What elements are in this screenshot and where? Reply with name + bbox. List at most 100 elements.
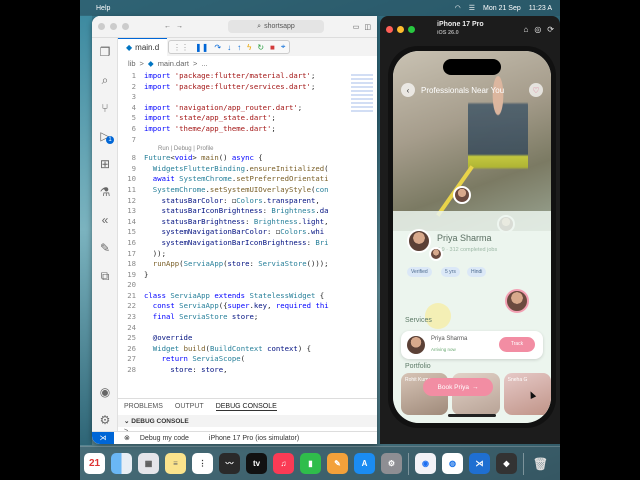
service-card[interactable]: Priya Sharma Arriving now Track: [401, 331, 543, 359]
run-debug-icon[interactable]: ▷ 1: [92, 122, 118, 150]
code-line[interactable]: 22 const ServiaApp({super.key, required …: [118, 301, 377, 312]
status-device[interactable]: iPhone 17 Pro (ios simulator): [209, 435, 299, 442]
explorer-icon[interactable]: ❐: [92, 38, 118, 66]
favorite-heart-icon[interactable]: ♡: [529, 83, 543, 97]
dock-calendar[interactable]: 21: [84, 453, 105, 474]
code-line[interactable]: 13 statusBarIconBrightness: Brightness.d…: [118, 206, 377, 217]
menubar-date[interactable]: Mon 21 Sep: [483, 5, 521, 12]
dock-simulator-icon[interactable]: ◆: [496, 453, 517, 474]
source-control-icon[interactable]: ⑂: [92, 94, 118, 122]
code-editor[interactable]: 1 import 'package:flutter/material.dart';…: [118, 70, 377, 376]
menu-help[interactable]: Help: [96, 5, 110, 12]
search-activity-icon[interactable]: ⌕: [92, 66, 118, 94]
code-line[interactable]: 24: [118, 323, 377, 334]
puzzle-icon[interactable]: ⧉: [92, 262, 118, 290]
code-line[interactable]: 10 await SystemChrome.setPreferredOrient…: [118, 174, 377, 185]
code-line[interactable]: 7: [118, 135, 377, 146]
chip-experience[interactable]: 5 yrs: [441, 267, 460, 277]
window-minimize-button[interactable]: [397, 25, 404, 33]
pause-icon[interactable]: ❚❚: [195, 43, 208, 52]
tab-problems[interactable]: PROBLEMS: [124, 403, 163, 411]
breadcrumb-lib[interactable]: lib: [128, 59, 136, 68]
code-line[interactable]: 27 return ServiaScope(: [118, 354, 377, 365]
forward-arrow-icon[interactable]: →: [176, 23, 183, 30]
code-line[interactable]: 9 WidgetsFlutterBinding.ensureInitialize…: [118, 164, 377, 175]
pen-icon[interactable]: ✎: [92, 234, 118, 262]
home-indicator[interactable]: [448, 414, 496, 417]
breadcrumb-file[interactable]: main.dart: [158, 59, 189, 68]
track-button[interactable]: Track: [499, 337, 535, 352]
command-search-input[interactable]: ⌕ shortsapp: [228, 20, 324, 33]
dock-vscode-icon[interactable]: ⋊: [469, 453, 490, 474]
dock-appletv-icon[interactable]: tv: [246, 453, 267, 474]
wifi-icon[interactable]: ◠: [455, 4, 461, 12]
code-line[interactable]: 26 Widget build(BuildContext context) {: [118, 344, 377, 355]
restart-icon[interactable]: ↻: [257, 43, 264, 52]
dock-chrome-icon[interactable]: ◍: [442, 453, 463, 474]
code-line[interactable]: 25 @override: [118, 333, 377, 344]
minimap[interactable]: [351, 74, 373, 114]
code-line[interactable]: 12 statusBarColor: ◻Colors.transparent,: [118, 196, 377, 207]
dock-launchpad-icon[interactable]: ▦: [138, 453, 159, 474]
window-zoom-button[interactable]: [122, 23, 129, 30]
sidebar-toggle-icon[interactable]: ◫: [364, 23, 371, 31]
professional-avatar[interactable]: [407, 229, 431, 253]
code-line[interactable]: 18 runApp(ServiaApp(store: ServiaStore()…: [118, 259, 377, 270]
control-center-icon[interactable]: ☰: [469, 4, 475, 12]
chip-language[interactable]: Hindi: [467, 267, 487, 277]
window-minimize-button[interactable]: [110, 23, 117, 30]
portfolio-card[interactable]: Sneha G: [503, 373, 551, 415]
tab-main-dart[interactable]: ◆ main.d: [118, 38, 168, 56]
code-line[interactable]: 5 import 'state/app_state.dart';: [118, 113, 377, 124]
account-icon[interactable]: ◉: [92, 378, 118, 406]
pro-avatar-small[interactable]: [429, 247, 443, 261]
code-line[interactable]: 14 statusBarBrightness: Brightness.light…: [118, 217, 377, 228]
home-icon[interactable]: ⌂: [523, 25, 528, 34]
stop-icon[interactable]: ■: [270, 43, 275, 52]
code-line[interactable]: 3: [118, 92, 377, 103]
dock-notes-icon[interactable]: ≡: [165, 453, 186, 474]
code-line[interactable]: 15 systemNavigationBarColor: ◻Colors.whi: [118, 227, 377, 238]
codelens-run-debug[interactable]: Run | Debug | Profile: [118, 145, 377, 153]
settings-gear-icon[interactable]: ⚙: [92, 406, 118, 434]
debug-console-header[interactable]: ⌄ DEBUG CONSOLE: [118, 415, 377, 427]
tab-output[interactable]: OUTPUT: [175, 403, 204, 411]
dock-settings-icon[interactable]: ⚙: [381, 453, 402, 474]
code-line[interactable]: 6 import 'theme/app_theme.dart';: [118, 124, 377, 135]
menubar-time[interactable]: 11:23 A: [529, 5, 552, 12]
back-arrow-icon[interactable]: ←: [164, 23, 171, 30]
step-out-icon[interactable]: ↑: [237, 43, 241, 52]
back-button[interactable]: ‹: [401, 83, 415, 97]
pro-avatar-highlight[interactable]: [505, 289, 529, 313]
window-zoom-button[interactable]: [408, 25, 415, 33]
dock-reminders-icon[interactable]: ⋮: [192, 453, 213, 474]
extensions-icon[interactable]: ⊞: [92, 150, 118, 178]
window-close-button[interactable]: [98, 23, 105, 30]
dock-proxyman-icon[interactable]: ◉: [415, 453, 436, 474]
pro-avatar-floating[interactable]: [453, 186, 471, 204]
code-line[interactable]: 2 import 'package:flutter/services.dart';: [118, 82, 377, 93]
devtools-icon[interactable]: ⌖: [281, 42, 286, 52]
chip-verified[interactable]: Verified: [407, 267, 432, 277]
code-line[interactable]: 1 import 'package:flutter/material.dart';: [118, 71, 377, 82]
iphone-screen[interactable]: ‹ Professionals Near You ♡ Priya Sharma …: [393, 51, 551, 423]
rotate-icon[interactable]: ⟳: [547, 25, 554, 34]
dock-finder-icon[interactable]: [111, 453, 132, 474]
dock-trash-icon[interactable]: 🗑: [530, 453, 551, 474]
testing-icon[interactable]: ⚗: [92, 178, 118, 206]
flutter-icon[interactable]: «: [92, 206, 118, 234]
error-icon[interactable]: ⊗: [124, 434, 130, 442]
code-line[interactable]: 23 final ServiaStore store;: [118, 312, 377, 323]
dock-music-icon[interactable]: ♫: [273, 453, 294, 474]
code-line[interactable]: 28 store: store,: [118, 365, 377, 376]
code-line[interactable]: 16 systemNavigationBarIconBrightness: Br…: [118, 238, 377, 249]
window-close-button[interactable]: [386, 25, 393, 33]
code-line[interactable]: 19}: [118, 270, 377, 281]
screenshot-icon[interactable]: ◎: [534, 25, 541, 34]
code-line[interactable]: 21 class ServiaApp extends StatelessWidge…: [118, 291, 377, 302]
code-line[interactable]: 11 SystemChrome.setSystemUIOverlayStyle(…: [118, 185, 377, 196]
dock-appstore-icon[interactable]: A: [354, 453, 375, 474]
remote-icon[interactable]: ⋊: [92, 431, 114, 444]
book-button[interactable]: Book Priya →: [423, 378, 493, 396]
code-line[interactable]: 8 Future<void> main() async {: [118, 153, 377, 164]
